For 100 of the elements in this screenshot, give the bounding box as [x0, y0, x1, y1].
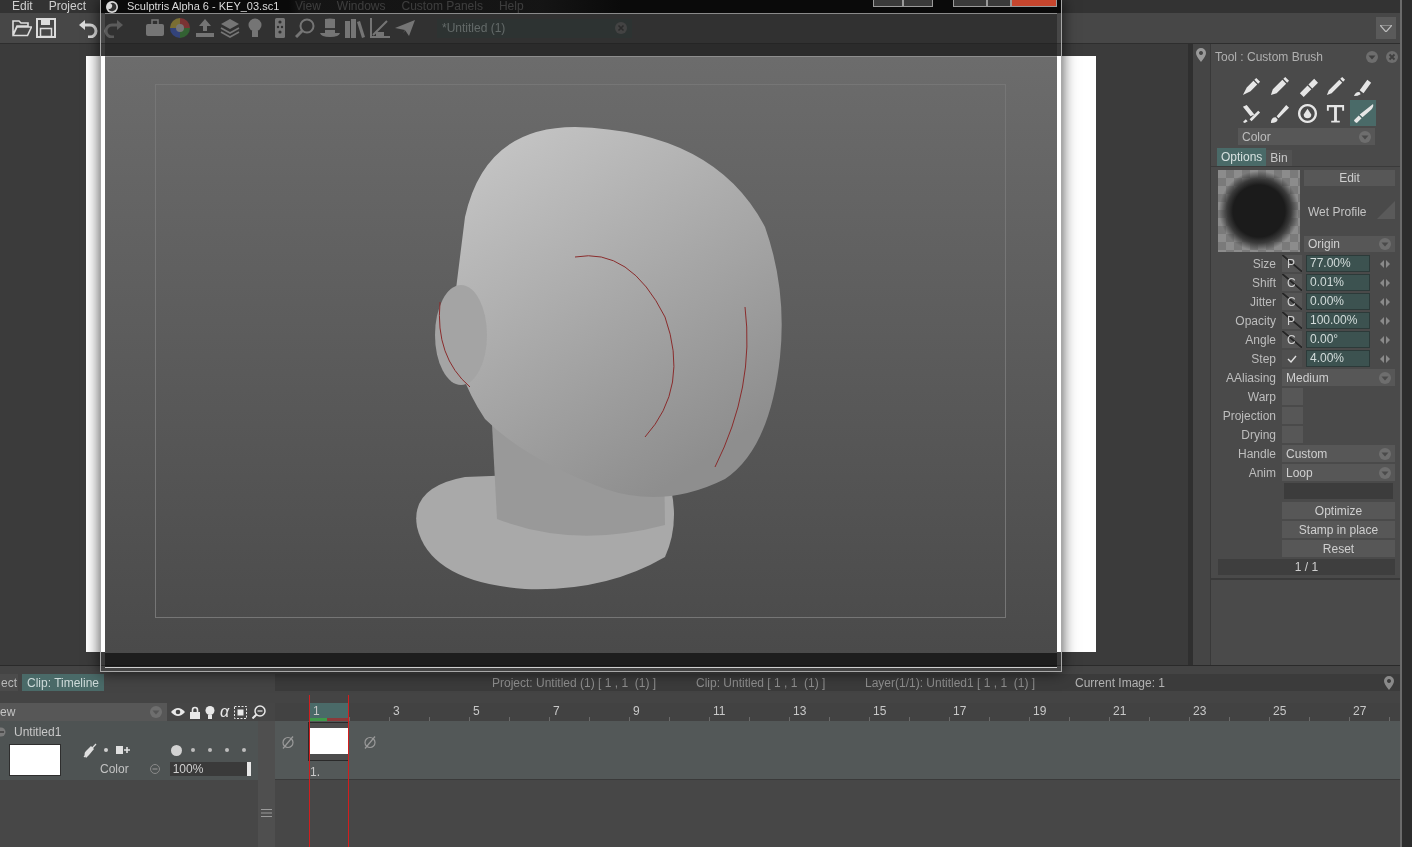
- add-image-icon[interactable]: [116, 745, 130, 755]
- value-field[interactable]: 0.00°: [1306, 331, 1370, 348]
- frame-number[interactable]: 19: [1029, 703, 1069, 721]
- mode-button[interactable]: C: [1282, 331, 1302, 348]
- toolbox-icon[interactable]: [145, 18, 165, 38]
- grip-icon[interactable]: [261, 809, 272, 817]
- mode-button[interactable]: P: [1282, 312, 1302, 329]
- stepper-arrows-icon[interactable]: [1380, 354, 1390, 363]
- panel-tab[interactable]: Bin: [1266, 150, 1292, 166]
- frame-number[interactable]: 21: [1109, 703, 1149, 721]
- open-folder-icon[interactable]: [12, 18, 32, 38]
- value-field[interactable]: 77.00%: [1306, 255, 1370, 272]
- minus-icon[interactable]: [149, 764, 160, 774]
- title-bar-button[interactable]: [903, 0, 933, 7]
- stepper-arrows-icon[interactable]: [1380, 316, 1390, 325]
- mode-button[interactable]: P: [1282, 255, 1302, 272]
- setting-label: Drying: [1240, 427, 1276, 442]
- panel-tab[interactable]: Clip: Timeline: [22, 674, 105, 691]
- frame-number[interactable]: 27: [1349, 703, 1389, 721]
- opacity-slider[interactable]: 100%: [169, 762, 251, 776]
- onion-skin-toggle[interactable]: [225, 748, 229, 752]
- panel-title: Tool : Custom Brush: [1215, 50, 1324, 64]
- lock-icon[interactable]: [190, 705, 200, 719]
- action-button[interactable]: Stamp in place: [1282, 521, 1395, 538]
- dropdown-caret-icon: [1379, 447, 1391, 460]
- close-button[interactable]: [1011, 0, 1057, 7]
- arrow-base-icon[interactable]: [195, 18, 215, 38]
- text-tool-icon: [1324, 102, 1346, 124]
- redo-icon[interactable]: [104, 18, 124, 38]
- stepper-arrows-icon[interactable]: [1380, 297, 1390, 306]
- search-icon[interactable]: [295, 18, 315, 38]
- stepper-arrows-icon[interactable]: [1380, 259, 1390, 268]
- frame-number[interactable]: 23: [1189, 703, 1229, 721]
- mode-button[interactable]: C: [1282, 293, 1302, 310]
- save-icon[interactable]: [36, 18, 56, 38]
- slashed-circle-icon[interactable]: [364, 736, 376, 749]
- slashed-circle-icon[interactable]: [282, 736, 294, 749]
- view-dropdown[interactable]: ew: [0, 703, 167, 721]
- value-field[interactable]: 100.00%: [1306, 312, 1370, 329]
- onion-skin-toggle[interactable]: [208, 748, 212, 752]
- brush-off-icon[interactable]: [83, 742, 97, 758]
- range-start-line[interactable]: [309, 695, 310, 847]
- mode-dropdown[interactable]: Color: [1238, 128, 1375, 145]
- origin-dropdown[interactable]: Origin: [1304, 236, 1395, 252]
- panel-tab[interactable]: ect: [0, 674, 18, 691]
- frame-number[interactable]: 13: [789, 703, 829, 721]
- frame-number[interactable]: 25: [1269, 703, 1309, 721]
- frame-number[interactable]: 5: [469, 703, 509, 721]
- frame-number[interactable]: 1: [309, 703, 349, 721]
- bulb-icon[interactable]: [205, 705, 215, 719]
- onion-skin-toggle[interactable]: [171, 744, 182, 756]
- frame-number[interactable]: 7: [549, 703, 589, 721]
- paper-plane-icon[interactable]: [395, 18, 415, 38]
- close-icon[interactable]: [1386, 51, 1398, 63]
- value-field[interactable]: 4.00%: [1306, 350, 1370, 367]
- blend-mode-label[interactable]: Color: [100, 762, 129, 776]
- color-wheel-icon[interactable]: [170, 18, 190, 38]
- zoom-icon[interactable]: [252, 705, 267, 719]
- action-button[interactable]: Optimize: [1282, 502, 1395, 519]
- title-bar-button[interactable]: [873, 0, 903, 7]
- ruler-icon[interactable]: [370, 18, 390, 38]
- mode-button[interactable]: C: [1282, 274, 1302, 291]
- frame-number[interactable]: 9: [629, 703, 669, 721]
- edit-button[interactable]: Edit: [1304, 170, 1395, 186]
- frame-number[interactable]: 11: [709, 703, 749, 721]
- selection-icon[interactable]: [234, 705, 248, 719]
- frame-number[interactable]: 17: [949, 703, 989, 721]
- undo-icon[interactable]: [78, 18, 98, 38]
- collapse-icon[interactable]: [1366, 51, 1378, 63]
- layer-name[interactable]: Untitled1: [14, 725, 62, 739]
- maximize-button[interactable]: [987, 0, 1011, 7]
- alpha-toggle[interactable]: α: [220, 704, 230, 720]
- slider-handle[interactable]: [246, 762, 251, 776]
- frame-thumbnail[interactable]: [309, 723, 348, 760]
- top-hat-icon[interactable]: [320, 18, 340, 38]
- onion-skin-toggle[interactable]: [242, 748, 246, 752]
- value-field[interactable]: 0.00%: [1306, 293, 1370, 310]
- eye-icon[interactable]: [171, 707, 185, 717]
- frame-number[interactable]: 3: [389, 703, 429, 721]
- toolbar-dropdown-button[interactable]: [1376, 17, 1396, 39]
- frame-number[interactable]: 15: [869, 703, 909, 721]
- value-field[interactable]: 0.01%: [1306, 274, 1370, 291]
- panel-tab[interactable]: Options: [1217, 148, 1267, 166]
- stepper-arrows-icon[interactable]: [1380, 335, 1390, 344]
- menu-item[interactable]: Project: [48, 0, 87, 13]
- minimize-button[interactable]: [953, 0, 987, 7]
- layer-row[interactable]: Untitled1 Color 100%: [0, 721, 258, 780]
- pin-icon[interactable]: [1196, 48, 1206, 62]
- setting-dropdown[interactable]: Loop: [1282, 464, 1395, 481]
- setting-dropdown[interactable]: Medium: [1282, 369, 1395, 386]
- books-icon[interactable]: [345, 18, 365, 38]
- stepper-arrows-icon[interactable]: [1380, 278, 1390, 287]
- menu-item[interactable]: Edit: [12, 0, 33, 13]
- onion-skin-toggle[interactable]: [191, 748, 195, 752]
- setting-dropdown[interactable]: Custom: [1282, 445, 1395, 462]
- action-button[interactable]: Reset: [1282, 540, 1395, 557]
- layers-icon[interactable]: [220, 18, 240, 38]
- pin-icon[interactable]: [1384, 675, 1394, 690]
- toggle-button[interactable]: [1282, 350, 1302, 367]
- tool-button[interactable]: [1350, 100, 1376, 126]
